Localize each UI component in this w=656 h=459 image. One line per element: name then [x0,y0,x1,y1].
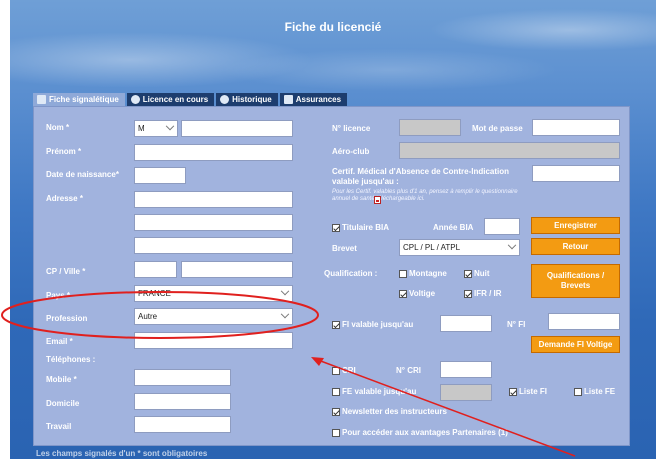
annee-bia-label: Année BIA [433,223,474,232]
tab-bar: Fiche signalétique Licence en cours Hist… [33,93,348,106]
montagne-checkbox[interactable]: Montagne [399,269,447,278]
checkbox-icon [332,407,340,416]
prenom-input[interactable] [134,144,293,161]
history-icon [220,95,230,104]
ifr-checkbox[interactable]: IFR / IR [464,289,502,298]
nom-label: Nom * [46,123,70,132]
checkbox-icon [332,320,340,329]
bia-checkbox[interactable]: Titulaire BIA [332,223,389,232]
retour-button[interactable]: Retour [531,238,620,255]
chevron-down-icon [507,240,517,249]
travail-input[interactable] [134,416,231,433]
pdf-icon[interactable] [374,196,381,204]
profession-select[interactable]: Autre [134,308,293,325]
newsletter-checkbox[interactable]: Newsletter des instructeurs [332,407,447,416]
liste-fe-checkbox[interactable]: Liste FE [574,387,615,396]
licence-label: N° licence [332,124,371,133]
checkbox-icon [399,269,407,278]
chevron-down-icon [280,309,290,318]
adresse-input-3[interactable] [134,237,293,254]
license-icon [130,95,140,104]
pays-select[interactable]: FRANCE [134,285,293,302]
partenaires-checkbox[interactable]: Pour accéder aux avantages Partenaires (… [332,428,508,437]
checkbox-icon [464,289,472,298]
cp-ville-label: CP / Ville * [46,267,86,276]
certif-input[interactable] [532,165,620,182]
checkbox-icon [464,269,472,278]
certif-label: Certif. Médical d'Absence de Contre-Indi… [332,167,510,186]
checkbox-icon [332,366,340,375]
prenom-label: Prénom * [46,147,82,156]
qualifications-button[interactable]: Qualifications / Brevets [531,264,620,298]
id-card-icon [37,95,46,104]
tab-label: Assurances [295,95,342,104]
fi-checkbox[interactable]: FI valable jusqu'au [332,320,413,329]
mdp-input[interactable] [532,119,620,136]
mdp-label: Mot de passe [472,124,523,133]
voltige-checkbox[interactable]: Voltige [399,289,435,298]
cri-checkbox[interactable]: CRI [332,366,356,375]
email-input[interactable] [134,332,293,349]
adresse-input-2[interactable] [134,214,293,231]
brevet-select[interactable]: CPL / PL / ATPL [399,239,520,256]
nfi-input[interactable] [548,313,620,330]
annee-bia-input[interactable] [484,218,520,235]
page-title: Fiche du licencié [284,20,382,34]
mobile-label: Mobile * [46,375,77,384]
form-panel: Nom * M Prénom * Date de naissance* Adre… [33,106,630,446]
tab-assurances[interactable]: Assurances [279,93,348,106]
tab-licence-en-cours[interactable]: Licence en cours [126,93,215,106]
email-label: Email * [46,337,73,346]
checkbox-icon [332,387,340,396]
checkbox-icon [574,387,582,396]
naissance-input[interactable] [134,167,186,184]
chevron-down-icon [280,286,290,295]
tab-label: Historique [232,95,272,104]
pays-label: Pays * [46,291,71,300]
aeroclub-label: Aéro-club [332,147,370,156]
certif-note: Pour les Certif. valables plus d'1 an, p… [332,189,518,202]
ncri-input[interactable] [440,361,492,378]
ncri-label: N° CRI [396,366,421,375]
required-fields-note: Les champs signalés d'un * sont obligato… [36,449,208,458]
demande-fi-button[interactable]: Demande FI Voltige [531,336,620,353]
mobile-input[interactable] [134,369,231,386]
checkbox-icon [332,428,340,437]
travail-label: Travail [46,422,72,431]
licence-input [399,119,461,136]
cp-input[interactable] [134,261,177,278]
fe-checkbox[interactable]: FE valable jusqu'au [332,387,416,396]
qualification-label: Qualification : [324,269,378,278]
tab-label: Licence en cours [142,95,209,104]
checkbox-icon [509,387,517,396]
domicile-label: Domicile [46,399,80,408]
liste-fi-checkbox[interactable]: Liste FI [509,387,547,396]
adresse-input-1[interactable] [134,191,293,208]
enregistrer-button[interactable]: Enregistrer [531,217,620,234]
civilite-select[interactable]: M [134,120,178,137]
tab-fiche-signaletique[interactable]: Fiche signalétique [33,93,125,106]
fe-date-input [440,384,492,401]
profession-label: Profession [46,314,88,323]
naissance-label: Date de naissance* [46,170,119,179]
domicile-input[interactable] [134,393,231,410]
adresse-label: Adresse * [46,194,83,203]
chevron-down-icon [165,121,175,130]
document-icon [283,95,293,104]
brevet-label: Brevet [332,244,357,253]
tab-label: Fiche signalétique [49,95,119,104]
nom-input[interactable] [181,120,293,137]
checkbox-icon [399,289,407,298]
fi-date-input[interactable] [440,315,492,332]
tab-historique[interactable]: Historique [216,93,278,106]
telephones-label: Téléphones : [46,355,96,364]
checkbox-icon [332,223,340,232]
ville-input[interactable] [181,261,293,278]
aeroclub-input [399,142,620,159]
nuit-checkbox[interactable]: Nuit [464,269,490,278]
nfi-label: N° FI [507,320,526,329]
